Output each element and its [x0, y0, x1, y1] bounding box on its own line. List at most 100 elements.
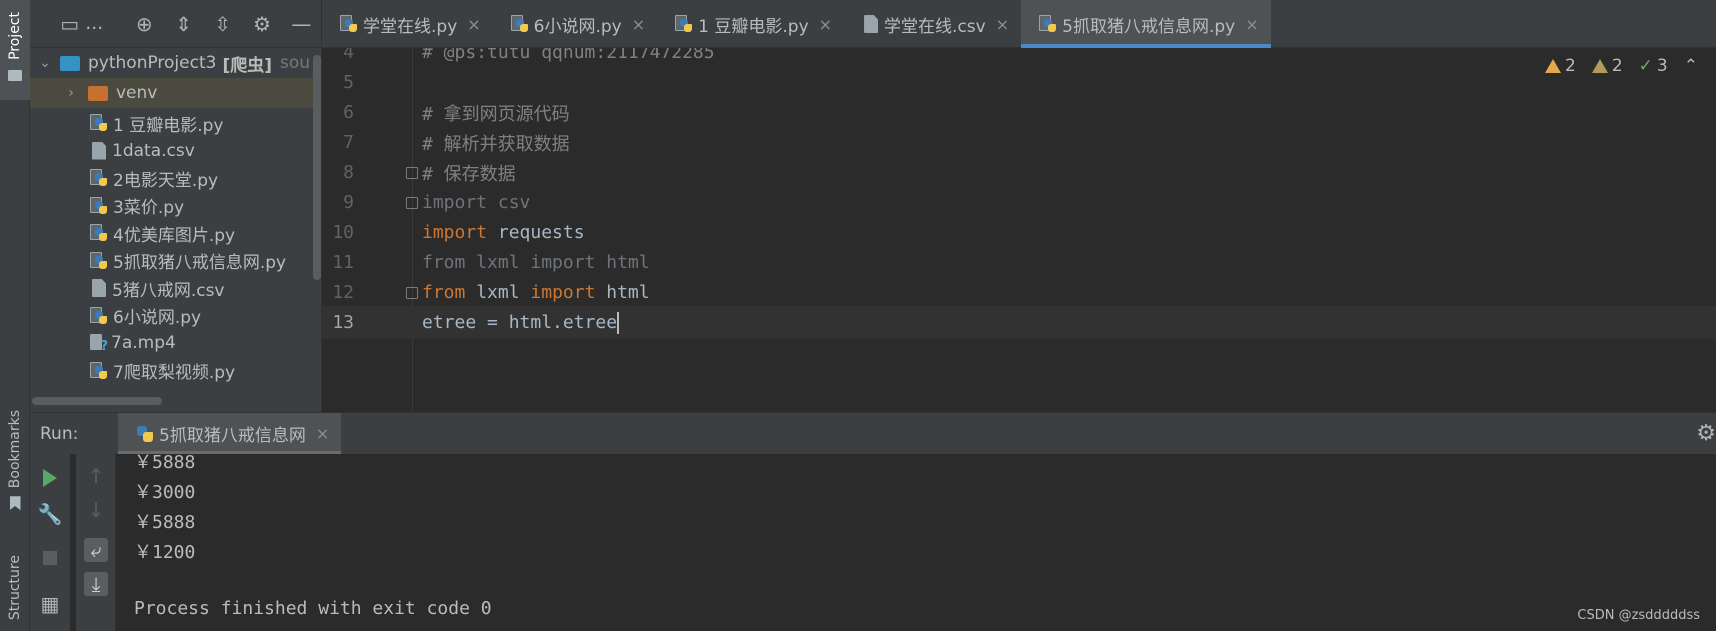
project-tool-button[interactable]: Project: [0, 0, 30, 100]
layout-button[interactable]: ▦: [38, 592, 62, 616]
rerun-button[interactable]: [38, 466, 62, 490]
weak-warning-count[interactable]: 2: [1591, 56, 1623, 76]
tree-item-label: pythonProject3: [88, 53, 217, 73]
code-text: # @ps:tutu qqnum:2117472285: [422, 48, 715, 63]
scroll-to-end-button[interactable]: ⤓: [84, 572, 108, 596]
project-view-icon[interactable]: ▭: [50, 12, 89, 36]
tree-item-file[interactable]: 1 豆瓣电影.py: [30, 108, 321, 138]
console-line: ￥5888: [134, 512, 196, 533]
chevron-up-icon[interactable]: ⌃: [1684, 56, 1698, 76]
code-line-13[interactable]: 13 etree = html.etree: [322, 306, 1716, 339]
editor-tab-label: 1 豆瓣电影.py: [698, 16, 809, 37]
tree-item-file[interactable]: 1data.csv: [30, 136, 321, 166]
chevron-right-icon[interactable]: ›: [64, 85, 78, 101]
line-number: 12: [332, 282, 354, 303]
folder-icon: [88, 85, 108, 101]
chevron-down-icon[interactable]: ⌄: [38, 55, 52, 71]
close-icon[interactable]: ×: [1245, 15, 1258, 34]
project-panel: ▭ … ⊕ ⇕ ⇳ ⚙ — ⌄ pythonProject3 [爬虫] sou …: [30, 0, 322, 412]
keyword: from: [422, 282, 466, 303]
close-icon[interactable]: ×: [467, 15, 480, 34]
tree-item-label: 5猪八戒网.csv: [112, 280, 225, 301]
check-icon: ✓: [1638, 56, 1653, 76]
tree-item-file[interactable]: ? 7a.mp4: [30, 328, 321, 358]
tree-item-venv[interactable]: › venv: [30, 78, 321, 108]
code-text: requests: [487, 222, 585, 243]
close-icon[interactable]: ×: [996, 15, 1009, 34]
tree-item-file[interactable]: 3菜价.py: [30, 191, 321, 221]
arrow-down-icon: ↓: [87, 498, 105, 522]
editor-tab[interactable]: 学堂在线.py ×: [322, 0, 493, 48]
editor-tab-label: 学堂在线.py: [363, 16, 458, 37]
tree-item-label: 2电影天堂.py: [113, 170, 219, 191]
watermark: CSDN @zsdddddss: [1577, 608, 1700, 623]
close-icon[interactable]: ×: [819, 15, 832, 34]
python-file-icon: [90, 114, 108, 132]
editor-tab[interactable]: 5抓取猪八戒信息网.py ×: [1021, 0, 1272, 48]
ok-count[interactable]: ✓ 3: [1639, 56, 1668, 76]
locate-icon[interactable]: ⊕: [125, 12, 164, 36]
python-file-icon: [1039, 15, 1057, 33]
expand-all-icon[interactable]: ⇕: [164, 12, 203, 36]
project-view-dots[interactable]: …: [85, 13, 124, 34]
project-hscrollbar[interactable]: [32, 397, 162, 405]
warning-count[interactable]: 2: [1545, 56, 1576, 76]
tree-item-file[interactable]: 2电影天堂.py: [30, 163, 321, 193]
python-file-icon: [90, 169, 108, 187]
inspection-widget[interactable]: 2 2 ✓ 3 ⌃: [1545, 56, 1698, 76]
console-line: ￥5888: [134, 454, 196, 473]
editor-tab[interactable]: 学堂在线.csv ×: [844, 0, 1021, 48]
tree-item-file[interactable]: 7爬取梨视频.py: [30, 356, 321, 386]
wrench-icon: 🔧: [37, 502, 63, 526]
line-number: 10: [332, 222, 354, 243]
fold-marker-icon[interactable]: [406, 197, 418, 209]
python-file-icon: [90, 306, 108, 325]
hide-icon[interactable]: —: [282, 12, 321, 36]
text-file-icon: [92, 141, 106, 160]
code-line-7[interactable]: 7 # 解析并获取数据: [322, 126, 1716, 159]
tree-item-file[interactable]: 5抓取猪八戒信息网.py: [30, 246, 321, 276]
code-line-10[interactable]: 10 import requests: [322, 216, 1716, 249]
code-line-12[interactable]: 12 from lxml import html: [322, 276, 1716, 309]
collapse-all-icon[interactable]: ⇳: [203, 12, 242, 36]
editor-tab[interactable]: 1 豆瓣电影.py ×: [657, 0, 844, 48]
close-icon[interactable]: ×: [632, 15, 645, 34]
tree-item-root[interactable]: ⌄ pythonProject3 [爬虫] sou: [30, 48, 321, 78]
line-number: 9: [343, 192, 354, 213]
code-editor[interactable]: 4 # @ps:tutu qqnum:2117472285 5 6 # 拿到网页…: [322, 48, 1716, 412]
code-text: # 保存数据: [422, 163, 516, 185]
bookmarks-tool-button[interactable]: Bookmarks: [0, 410, 30, 540]
close-icon[interactable]: ×: [316, 424, 329, 443]
python-file-icon: [90, 361, 108, 380]
scroll-up-button[interactable]: ↑: [84, 464, 108, 488]
gear-icon[interactable]: ⚙: [242, 12, 281, 36]
run-tab[interactable]: 5抓取猪八戒信息网 ×: [118, 412, 342, 455]
code-line-9[interactable]: 9 import csv: [322, 186, 1716, 219]
soft-wrap-icon: ⤶: [90, 538, 102, 562]
code-line-8[interactable]: 8 # 保存数据: [322, 156, 1716, 189]
python-file-icon: [90, 251, 108, 270]
scroll-down-button[interactable]: ↓: [84, 498, 108, 522]
console-toolbar: ↑ ↓ ⤶ ⤓: [76, 454, 116, 631]
edit-config-button[interactable]: 🔧: [37, 502, 63, 526]
python-file-icon: [675, 15, 693, 33]
structure-tool-button[interactable]: Structure: [0, 555, 30, 631]
soft-wrap-button[interactable]: ⤶: [84, 538, 108, 562]
code-line-6[interactable]: 6 # 拿到网页源代码: [322, 96, 1716, 129]
keyword: import: [530, 282, 596, 303]
code-line-5[interactable]: 5: [322, 66, 1716, 99]
gear-icon[interactable]: ⚙: [1696, 421, 1716, 446]
run-console[interactable]: ￥5888 ￥3000 ￥5888 ￥1200 Process finished…: [116, 454, 1716, 631]
stop-button[interactable]: [38, 546, 62, 570]
code-line-11[interactable]: 11 from lxml import html: [322, 246, 1716, 279]
fold-marker-icon[interactable]: [406, 287, 418, 299]
tree-item-file[interactable]: 5猪八戒网.csv: [30, 273, 321, 303]
tree-item-file[interactable]: 4优美库图片.py: [30, 218, 321, 248]
editor-tab[interactable]: 6小说网.py ×: [493, 0, 657, 48]
fold-marker-icon[interactable]: [406, 167, 418, 179]
tree-item-file[interactable]: 6小说网.py: [30, 301, 321, 331]
tree-item-label: 3菜价.py: [113, 198, 185, 218]
stop-icon: [43, 551, 57, 565]
editor-tab-label: 学堂在线.csv: [884, 16, 986, 37]
project-scrollbar[interactable]: [313, 55, 321, 280]
